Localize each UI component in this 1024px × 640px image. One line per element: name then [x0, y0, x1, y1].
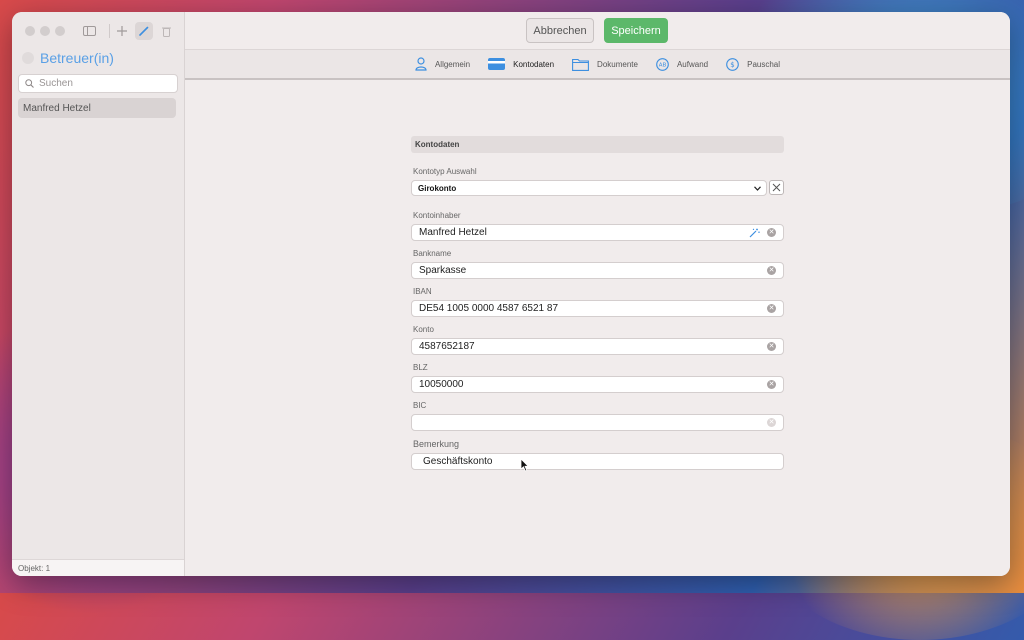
- credit-card-icon: [488, 58, 506, 70]
- tab-label: Pauschal: [747, 59, 781, 69]
- add-icon[interactable]: [115, 22, 129, 40]
- clear-icon[interactable]: ✕: [767, 304, 776, 313]
- tab-kontodaten[interactable]: Kontodaten: [488, 58, 554, 70]
- clear-icon[interactable]: ✕: [767, 380, 776, 389]
- list-item-label: Manfred Hetzel: [23, 102, 91, 114]
- konto-field[interactable]: 4587652187 ✕: [411, 338, 784, 355]
- bemerkung-field[interactable]: Geschäftskonto: [411, 453, 784, 470]
- bic-label: BIC: [413, 401, 427, 410]
- tab-pauschal[interactable]: $ Pauschal: [726, 57, 781, 71]
- object-count: Objekt: 1: [12, 559, 184, 576]
- account-form: Kontodaten Kontotyp Auswahl Girokonto Ko…: [411, 136, 784, 470]
- blz-field[interactable]: 10050000 ✕: [411, 376, 784, 393]
- konto-label: Konto: [413, 325, 434, 334]
- toolbar-divider: [109, 24, 110, 38]
- tab-label: Allgemein: [434, 59, 471, 69]
- tab-label: Kontodaten: [513, 59, 555, 69]
- toolbar: Abbrechen Speichern: [185, 12, 1010, 50]
- kontoinhaber-value: Manfred Hetzel: [419, 227, 487, 238]
- clear-selection-button[interactable]: [769, 180, 784, 195]
- bankname-field[interactable]: Sparkasse ✕: [411, 262, 784, 279]
- bic-field[interactable]: ✕: [411, 414, 784, 431]
- search-field[interactable]: [18, 74, 178, 93]
- kontotyp-select[interactable]: Girokonto: [411, 180, 767, 196]
- bemerkung-label: Bemerkung: [413, 439, 460, 449]
- bemerkung-value: Geschäftskonto: [423, 456, 493, 467]
- svg-text:AB: AB: [659, 62, 667, 68]
- search-icon: [25, 75, 34, 93]
- person-icon: [415, 57, 427, 71]
- blz-value: 10050000: [419, 379, 464, 390]
- iban-value: DE54 1005 0000 4587 6521 87: [419, 303, 559, 314]
- tab-allgemein[interactable]: Allgemein: [415, 57, 470, 71]
- kontotyp-value: Girokonto: [418, 183, 457, 193]
- cancel-button[interactable]: Abbrechen: [526, 18, 594, 43]
- main-panel: Abbrechen Speichern Allgemein Kontodaten: [185, 12, 1010, 576]
- konto-value: 4587652187: [419, 341, 475, 352]
- sidebar-title: Betreuer(in): [40, 50, 114, 66]
- iban-field[interactable]: DE54 1005 0000 4587 6521 87 ✕: [411, 300, 784, 317]
- sidebar-toggle-icon[interactable]: [82, 22, 96, 40]
- tab-bar: Allgemein Kontodaten Dokumente AB Aufwan…: [185, 50, 1010, 80]
- search-input[interactable]: [39, 78, 159, 89]
- kontotyp-label: Kontotyp Auswahl: [413, 167, 477, 176]
- tab-aufwand[interactable]: AB Aufwand: [656, 57, 709, 71]
- svg-text:$: $: [730, 61, 734, 69]
- zoom-window-button[interactable]: [55, 26, 65, 36]
- clear-icon[interactable]: ✕: [767, 228, 776, 237]
- trash-icon[interactable]: [159, 22, 173, 40]
- section-header: Kontodaten: [411, 136, 784, 153]
- chevron-down-icon: [754, 184, 761, 193]
- tab-label: Dokumente: [597, 59, 638, 69]
- clear-icon[interactable]: ✕: [767, 266, 776, 275]
- tab-dokumente[interactable]: Dokumente: [572, 58, 638, 71]
- title-badge: [22, 52, 34, 64]
- kontoinhaber-label: Kontoinhaber: [413, 211, 461, 220]
- save-button[interactable]: Speichern: [604, 18, 668, 43]
- app-window: Betreuer(in) Manfred Hetzel Objekt: 1 Ab…: [12, 12, 1010, 576]
- tab-label: Aufwand: [676, 59, 709, 69]
- minimize-window-button[interactable]: [40, 26, 50, 36]
- edit-pencil-icon[interactable]: [135, 22, 153, 40]
- clear-icon[interactable]: ✕: [767, 342, 776, 351]
- sidebar: Betreuer(in) Manfred Hetzel Objekt: 1: [12, 12, 185, 576]
- folder-icon: [572, 58, 589, 71]
- clear-icon[interactable]: ✕: [767, 418, 776, 427]
- list-item[interactable]: Manfred Hetzel: [18, 98, 176, 118]
- dollar-circle-icon: $: [726, 57, 739, 71]
- mouse-pointer-icon: [520, 458, 530, 477]
- bankname-value: Sparkasse: [419, 265, 467, 276]
- iban-label: IBAN: [413, 287, 432, 296]
- bankname-label: Bankname: [413, 249, 452, 258]
- close-window-button[interactable]: [25, 26, 35, 36]
- blz-label: BLZ: [413, 363, 428, 372]
- magic-wand-icon[interactable]: [749, 228, 760, 238]
- close-icon: [772, 179, 781, 197]
- kontoinhaber-field[interactable]: Manfred Hetzel ✕: [411, 224, 784, 241]
- ab-circle-icon: AB: [656, 57, 669, 71]
